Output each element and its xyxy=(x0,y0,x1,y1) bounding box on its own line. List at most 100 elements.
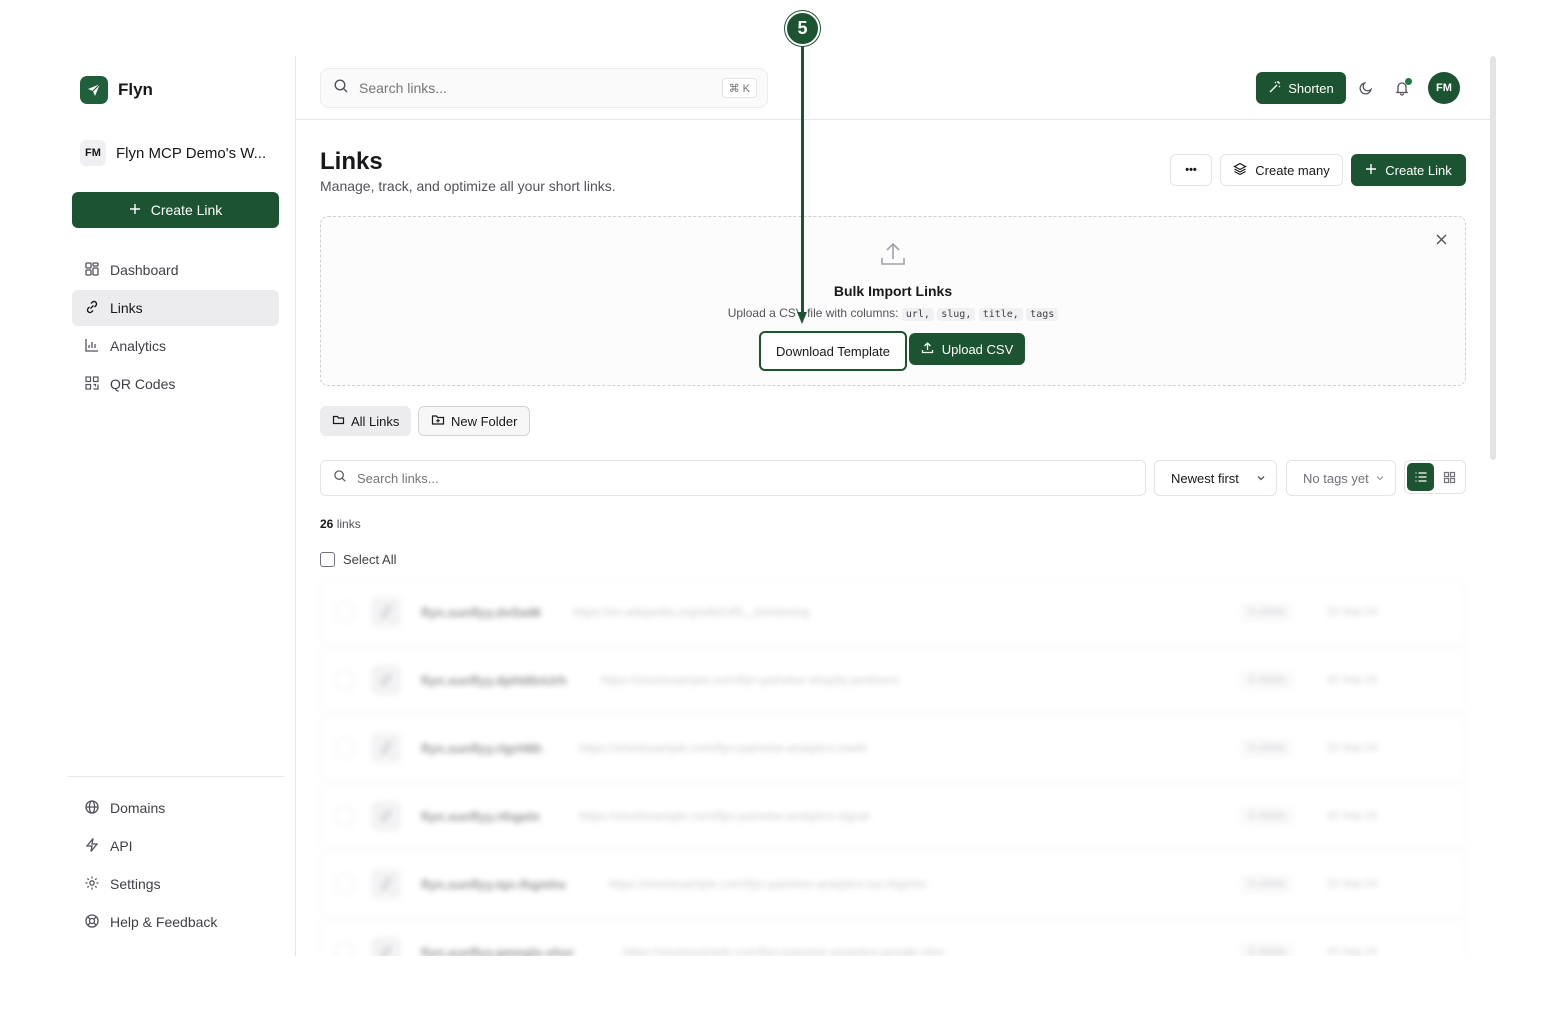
magic-wand-icon xyxy=(1268,80,1282,97)
send-icon xyxy=(80,76,108,104)
select-all-checkbox[interactable]: Select All xyxy=(320,552,396,567)
shortcut-badge: ⌘ K xyxy=(721,78,757,98)
more-options-button[interactable]: ••• xyxy=(1170,154,1212,186)
row-slug[interactable]: flyn.sunflyy.dpHd6nUrh xyxy=(421,673,567,688)
new-folder-button[interactable]: New Folder xyxy=(418,406,531,436)
row-slug[interactable]: flyn.sunflyy.gmngls-vhsr xyxy=(421,945,574,957)
create-link-button[interactable]: Create Link xyxy=(1351,154,1466,186)
theme-toggle-moon-icon[interactable] xyxy=(1356,78,1376,98)
sidebar-item-qr-codes[interactable]: QR Codes xyxy=(72,366,279,402)
links-count: 26 links xyxy=(320,517,361,531)
upload-small-icon xyxy=(921,341,934,357)
row-url[interactable]: https://en.wikipedia.org/wiki/URL_shorte… xyxy=(573,605,809,619)
page-scrollbar[interactable] xyxy=(1490,56,1496,460)
table-row[interactable]: flyn.sunflyy.rlgrH6h https://shortexampl… xyxy=(320,714,1466,782)
create-link-label: Create Link xyxy=(150,202,223,218)
row-url[interactable]: https://shortexample.com/flyn-pairwise-s… xyxy=(601,673,898,687)
sidebar-item-domains[interactable]: Domains xyxy=(72,790,279,826)
sidebar-item-dashboard[interactable]: Dashboard xyxy=(72,252,279,288)
row-url[interactable]: https://shortexample.com/flyn-pairwise-a… xyxy=(579,741,867,755)
table-row[interactable]: flyn.sunflyy.rthgeln https://shortexampl… xyxy=(320,782,1466,850)
row-url[interactable]: https://shortexample.com/flyn-pairwise-a… xyxy=(579,809,869,823)
column-url: url, xyxy=(901,308,934,321)
link-icon xyxy=(84,299,100,318)
row-slug[interactable]: flyn.sunflyy.rlgrH6h xyxy=(421,741,542,756)
row-checkbox[interactable] xyxy=(335,670,355,690)
table-row[interactable]: flyn.sunflyy.dpHd6nUrh https://shortexam… xyxy=(320,646,1466,714)
links-search-input[interactable] xyxy=(357,470,1057,486)
notification-dot xyxy=(1405,78,1412,85)
row-clicks: 0 clicks xyxy=(1241,671,1294,689)
sidebar: Flyn FM Flyn MCP Demo's W... Create Link… xyxy=(64,56,296,956)
shorten-label: Shorten xyxy=(1288,80,1334,96)
folder-label: All Links xyxy=(351,413,400,429)
sort-select[interactable]: Newest first xyxy=(1154,460,1277,496)
sidebar-item-links[interactable]: Links xyxy=(72,290,279,326)
gear-icon xyxy=(84,875,100,894)
import-description: Upload a CSV file with columns: url, slu… xyxy=(321,306,1465,321)
tags-select[interactable]: No tags yet xyxy=(1286,460,1396,496)
row-slug[interactable]: flyn.sunflyy.iqn-lhgmhs xyxy=(421,877,566,892)
link-icon xyxy=(371,733,401,763)
search-icon xyxy=(333,469,347,488)
upload-csv-button[interactable]: Upload CSV xyxy=(909,333,1025,365)
globe-icon xyxy=(84,799,100,818)
list-view-icon[interactable] xyxy=(1407,463,1434,491)
close-import-icon[interactable] xyxy=(1433,231,1449,247)
qr-code-icon xyxy=(84,375,100,394)
folder-all-links[interactable]: All Links xyxy=(320,406,412,436)
row-slug[interactable]: flyn.sunflyy.dvSwM xyxy=(421,605,541,620)
row-url[interactable]: https://shortexample.com/flyn-pairwise-a… xyxy=(609,877,926,891)
table-row[interactable]: flyn.sunflyy.dvSwM https://en.wikipedia.… xyxy=(320,578,1466,646)
create-link-label: Create Link xyxy=(1385,162,1452,178)
step-marker: 5 xyxy=(785,11,820,46)
sidebar-item-label: Links xyxy=(110,300,143,316)
global-search-input[interactable] xyxy=(359,80,699,96)
links-search[interactable] xyxy=(320,460,1146,496)
brand[interactable]: Flyn xyxy=(80,76,153,104)
annotation-arrow-icon xyxy=(797,312,807,324)
sidebar-create-link-button[interactable]: Create Link xyxy=(72,192,279,228)
chevron-down-icon xyxy=(1256,471,1266,486)
grid-view-icon[interactable] xyxy=(1436,463,1463,491)
shorten-button[interactable]: Shorten xyxy=(1256,72,1346,104)
link-icon xyxy=(371,937,401,956)
row-clicks: 0 clicks xyxy=(1241,603,1294,621)
row-date: 20 Sep 24 xyxy=(1327,946,1378,956)
sidebar-item-api[interactable]: API xyxy=(72,828,279,864)
download-template-button[interactable]: Download Template xyxy=(759,331,907,371)
row-clicks: 0 clicks xyxy=(1241,807,1294,825)
row-checkbox[interactable] xyxy=(335,874,355,894)
notifications-bell-icon[interactable] xyxy=(1392,78,1412,98)
table-row[interactable]: flyn.sunflyy.gmngls-vhsr https://shortex… xyxy=(320,918,1466,956)
global-search[interactable]: ⌘ K xyxy=(320,68,768,108)
create-many-button[interactable]: Create many xyxy=(1220,154,1343,186)
sidebar-item-settings[interactable]: Settings xyxy=(72,866,279,902)
upload-csv-label: Upload CSV xyxy=(941,341,1014,357)
link-icon xyxy=(371,869,401,899)
sidebar-item-label: Domains xyxy=(110,800,166,816)
main-nav: Dashboard Links Analytics QR Codes xyxy=(72,252,279,404)
row-checkbox[interactable] xyxy=(335,942,355,956)
user-avatar[interactable]: FM xyxy=(1428,72,1460,104)
workspace-switcher[interactable]: FM Flyn MCP Demo's W... xyxy=(80,140,266,166)
link-icon xyxy=(371,597,401,627)
row-checkbox[interactable] xyxy=(335,806,355,826)
secondary-nav: Domains API Settings Help & Feedback xyxy=(72,790,279,942)
folder-plus-icon xyxy=(431,413,445,429)
sidebar-item-analytics[interactable]: Analytics xyxy=(72,328,279,364)
dashboard-icon xyxy=(84,261,100,280)
row-url[interactable]: https://shortexample.com/flyn-pairwise-a… xyxy=(623,945,944,956)
import-desc-text: Upload a CSV file with columns: xyxy=(727,306,899,320)
topbar: ⌘ K Shorten FM xyxy=(296,56,1490,120)
workspace-avatar: FM xyxy=(80,140,106,166)
row-checkbox[interactable] xyxy=(335,738,355,758)
row-slug[interactable]: flyn.sunflyy.rthgeln xyxy=(421,809,540,824)
table-row[interactable]: flyn.sunflyy.iqn-lhgmhs https://shortexa… xyxy=(320,850,1466,918)
row-checkbox[interactable] xyxy=(335,602,355,622)
layers-icon xyxy=(1233,162,1248,179)
import-title: Bulk Import Links xyxy=(833,283,953,299)
page-subtitle: Manage, track, and optimize all your sho… xyxy=(320,178,616,194)
sidebar-item-help-feedback[interactable]: Help & Feedback xyxy=(72,904,279,940)
checkbox-box[interactable] xyxy=(320,552,335,567)
